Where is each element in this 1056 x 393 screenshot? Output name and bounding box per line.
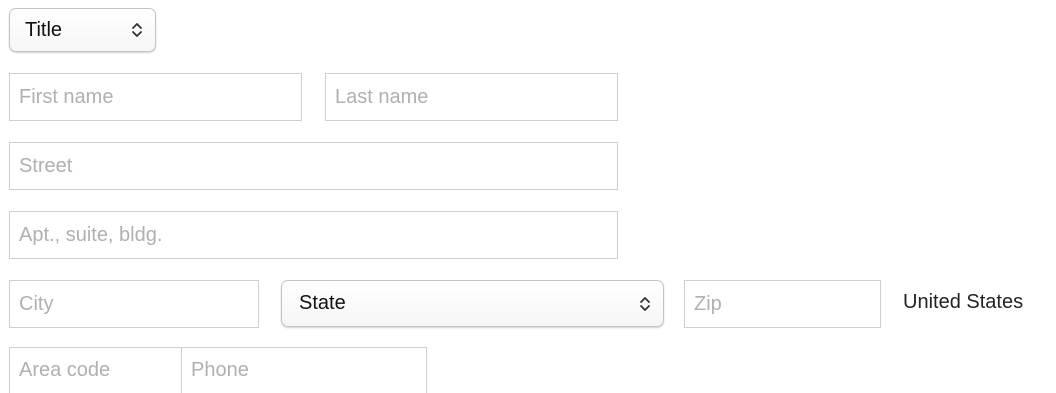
phone-input[interactable] [182,348,465,393]
state-select[interactable]: State [281,280,664,327]
zip-input[interactable] [684,280,881,328]
first-name-input[interactable] [9,73,302,121]
street-input[interactable] [9,142,618,190]
area-code-input[interactable] [10,348,182,393]
chevron-up-down-icon [132,23,142,37]
chevron-up-down-icon [640,296,650,311]
last-name-input[interactable] [325,73,618,121]
title-select[interactable]: Title [9,8,156,52]
phone-field-group [9,347,465,393]
apt-suite-input[interactable] [9,211,618,259]
country-label: United States [903,291,1024,313]
city-input[interactable] [9,280,259,328]
title-select-value: Title [25,18,63,41]
state-select-value: State [299,292,346,314]
